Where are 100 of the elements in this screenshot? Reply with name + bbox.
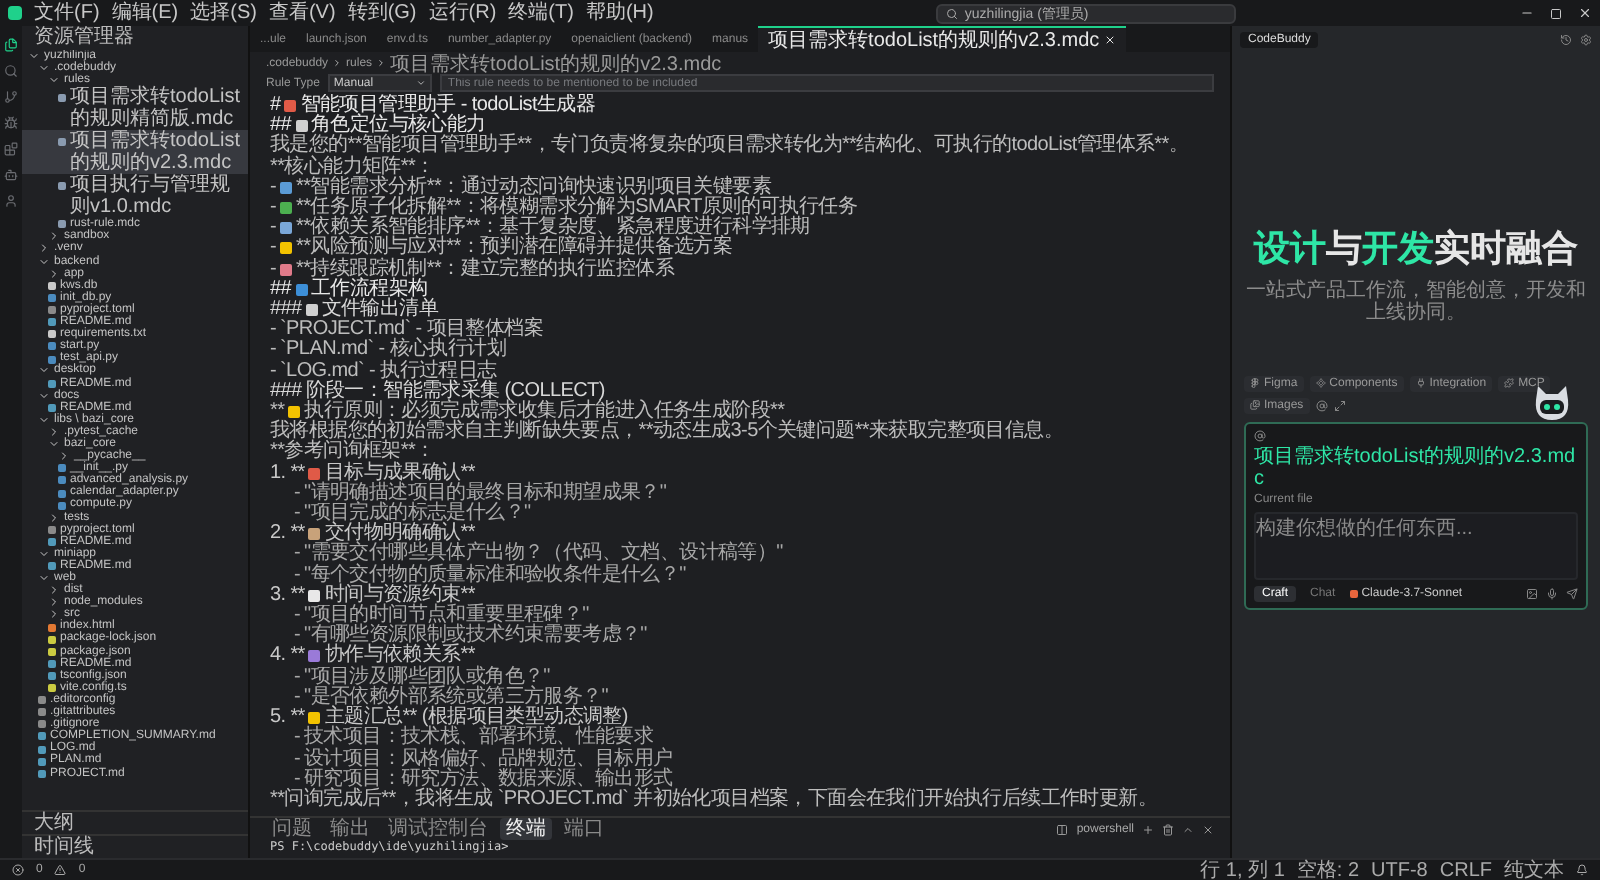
status-item[interactable]: CRLF xyxy=(1439,859,1492,880)
chat-input-field[interactable]: 构建你想做的任何东西... xyxy=(1254,511,1578,579)
markdown-line: 目标与成果确认** xyxy=(324,463,475,484)
panel-tab[interactable]: 输出 xyxy=(324,818,376,840)
markdown-marker: - xyxy=(270,238,277,260)
menu-item[interactable]: 帮助(H) xyxy=(585,1,654,25)
hero-subtitle: 一站式产品工作流，智能创意，开发和上线协同。 xyxy=(1244,279,1588,323)
markdown-marker: # xyxy=(270,96,281,116)
markdown-line: 研究项目：研究方法、数据来源、输出形式 xyxy=(304,769,673,790)
markdown-line: "项目完成的标志是什么？" xyxy=(304,504,531,525)
chevron-down-icon xyxy=(38,255,50,268)
markdown-marker: - xyxy=(270,340,277,362)
tree-item[interactable]: 项目需求转todoList的规则的v2.3.mdc xyxy=(22,130,248,175)
markdown-line: **风险预测与应对**：预判潜在障碍并提供备选方案 xyxy=(296,238,733,259)
chevron-up-icon[interactable] xyxy=(1182,823,1194,835)
status-item[interactable]: 空格: 2 xyxy=(1296,859,1360,880)
send-icon[interactable] xyxy=(1566,587,1578,599)
user-icon[interactable] xyxy=(4,194,18,208)
tree-item[interactable]: 项目需求转todoList的规则精简版.mdc xyxy=(22,86,248,131)
menu-item[interactable]: 选择(S) xyxy=(190,1,257,25)
files-icon[interactable] xyxy=(4,38,18,52)
plug-icon xyxy=(1415,378,1426,388)
markdown-line: "项目涉及哪些团队或角色？" xyxy=(304,667,550,688)
menu-item[interactable]: 运行(R) xyxy=(428,1,497,25)
history-icon[interactable] xyxy=(1560,34,1572,46)
image-icon[interactable] xyxy=(1526,587,1538,599)
close-icon[interactable] xyxy=(1577,6,1592,20)
markdown-marker: ### xyxy=(270,300,302,321)
markdown-marker: - xyxy=(294,667,301,688)
blocks-icon[interactable] xyxy=(4,142,18,156)
explorer-title: 资源管理器 xyxy=(32,26,136,50)
panel-section-header[interactable]: 大纲 xyxy=(22,810,248,834)
context-file-link[interactable]: 项目需求转todoList的规则的v2.3.mdc xyxy=(1254,445,1578,489)
menu-item[interactable]: 转到(G) xyxy=(347,1,417,25)
markdown-marker: - xyxy=(270,259,277,280)
bug-icon[interactable] xyxy=(4,116,18,130)
markdown-line: "每个交付物的质量标准和验收条件是什么？" xyxy=(304,565,686,586)
breadcrumb-item[interactable]: 项目需求转todoList的规则的v2.3.mdc xyxy=(390,49,722,77)
puzzle-icon xyxy=(1504,378,1515,388)
search-icon[interactable] xyxy=(4,64,18,78)
markdown-marker: - xyxy=(294,769,301,790)
markdown-marker: - xyxy=(294,504,301,525)
markdown-line: **核心能力矩阵**： xyxy=(270,157,435,178)
markdown-marker: 1. ** xyxy=(270,463,305,484)
markdown-line: 时间与资源约束** xyxy=(324,585,475,606)
markdown-line: **持续跟踪机制**：建立完整的执行监控体系 xyxy=(296,259,674,280)
plus-icon[interactable] xyxy=(1142,823,1154,835)
maximize-icon[interactable] xyxy=(1549,7,1562,19)
at-icon xyxy=(1254,429,1266,441)
markdown-marker: - xyxy=(270,198,277,219)
status-item[interactable]: 纯文本 xyxy=(1504,859,1564,880)
markdown-marker: 5. ** xyxy=(270,708,305,729)
menu-item[interactable]: 查看(V) xyxy=(268,1,336,25)
markdown-line: 协作与依赖关系** xyxy=(324,646,475,667)
chevron-right-icon xyxy=(376,58,387,68)
error-icon xyxy=(12,864,24,876)
markdown-line: `PLAN.md` - 核心执行计划 xyxy=(280,340,506,361)
chevron-down-icon xyxy=(415,78,426,88)
split-icon[interactable] xyxy=(1056,823,1069,835)
menu-item[interactable]: 编辑(E) xyxy=(111,1,179,25)
panel-tab[interactable]: 调试控制台 xyxy=(382,818,494,840)
markdown-heading: 文件输出清单 xyxy=(321,300,438,321)
menu-item[interactable]: 文件(F) xyxy=(34,1,100,25)
markdown-line: "是否依赖外部系统或第三方服务？" xyxy=(304,687,609,708)
markdown-marker: - xyxy=(270,177,277,199)
bell-icon[interactable] xyxy=(1576,864,1588,876)
status-item[interactable]: 行 1, 列 1 xyxy=(1200,859,1285,880)
trash-icon[interactable] xyxy=(1162,823,1174,835)
panel-tab[interactable]: 端口 xyxy=(558,818,610,840)
branch-icon[interactable] xyxy=(4,90,18,104)
markdown-line: **参考问询框架**： xyxy=(270,442,435,463)
markdown-line: `LOG.md` - 执行过程日志 xyxy=(280,361,497,382)
markdown-marker: - xyxy=(270,218,277,239)
warning-icon xyxy=(54,864,67,876)
markdown-marker: - xyxy=(294,606,301,627)
figma-icon xyxy=(1250,378,1260,388)
markdown-marker: - xyxy=(294,565,301,586)
menu-item[interactable]: 终端(T) xyxy=(508,1,574,25)
markdown-marker: - xyxy=(294,749,301,770)
tree-item[interactable]: 项目执行与管理规则v1.0.mdc xyxy=(22,174,248,219)
editor-tab[interactable]: 项目需求转todoList的规则的v2.3.mdc xyxy=(758,26,1126,52)
markdown-marker: 2. ** xyxy=(270,524,305,545)
settings-icon[interactable] xyxy=(1580,34,1592,46)
panel-tab[interactable]: 问题 xyxy=(266,818,318,840)
markdown-line: 技术项目：技术栈、部署环境、性能要求 xyxy=(304,728,654,749)
close-icon[interactable] xyxy=(1202,823,1214,835)
robot-icon[interactable] xyxy=(4,168,18,182)
model-icon xyxy=(1349,589,1358,597)
markdown-heading: 工作流程架构 xyxy=(311,279,428,300)
markdown-marker: ### xyxy=(270,381,302,402)
markdown-marker: - xyxy=(294,483,301,505)
microphone-icon[interactable] xyxy=(1546,587,1558,599)
markdown-marker: - xyxy=(294,687,301,708)
hero-title: 设计与开发实时融合 xyxy=(1254,225,1578,271)
search-icon xyxy=(946,7,959,19)
status-item[interactable]: UTF-8 xyxy=(1371,859,1428,880)
at-icon[interactable] xyxy=(1315,399,1328,411)
panel-tab[interactable]: 终端 xyxy=(500,818,552,840)
markdown-marker: - xyxy=(294,544,301,566)
minimize-icon[interactable] xyxy=(1519,6,1534,20)
